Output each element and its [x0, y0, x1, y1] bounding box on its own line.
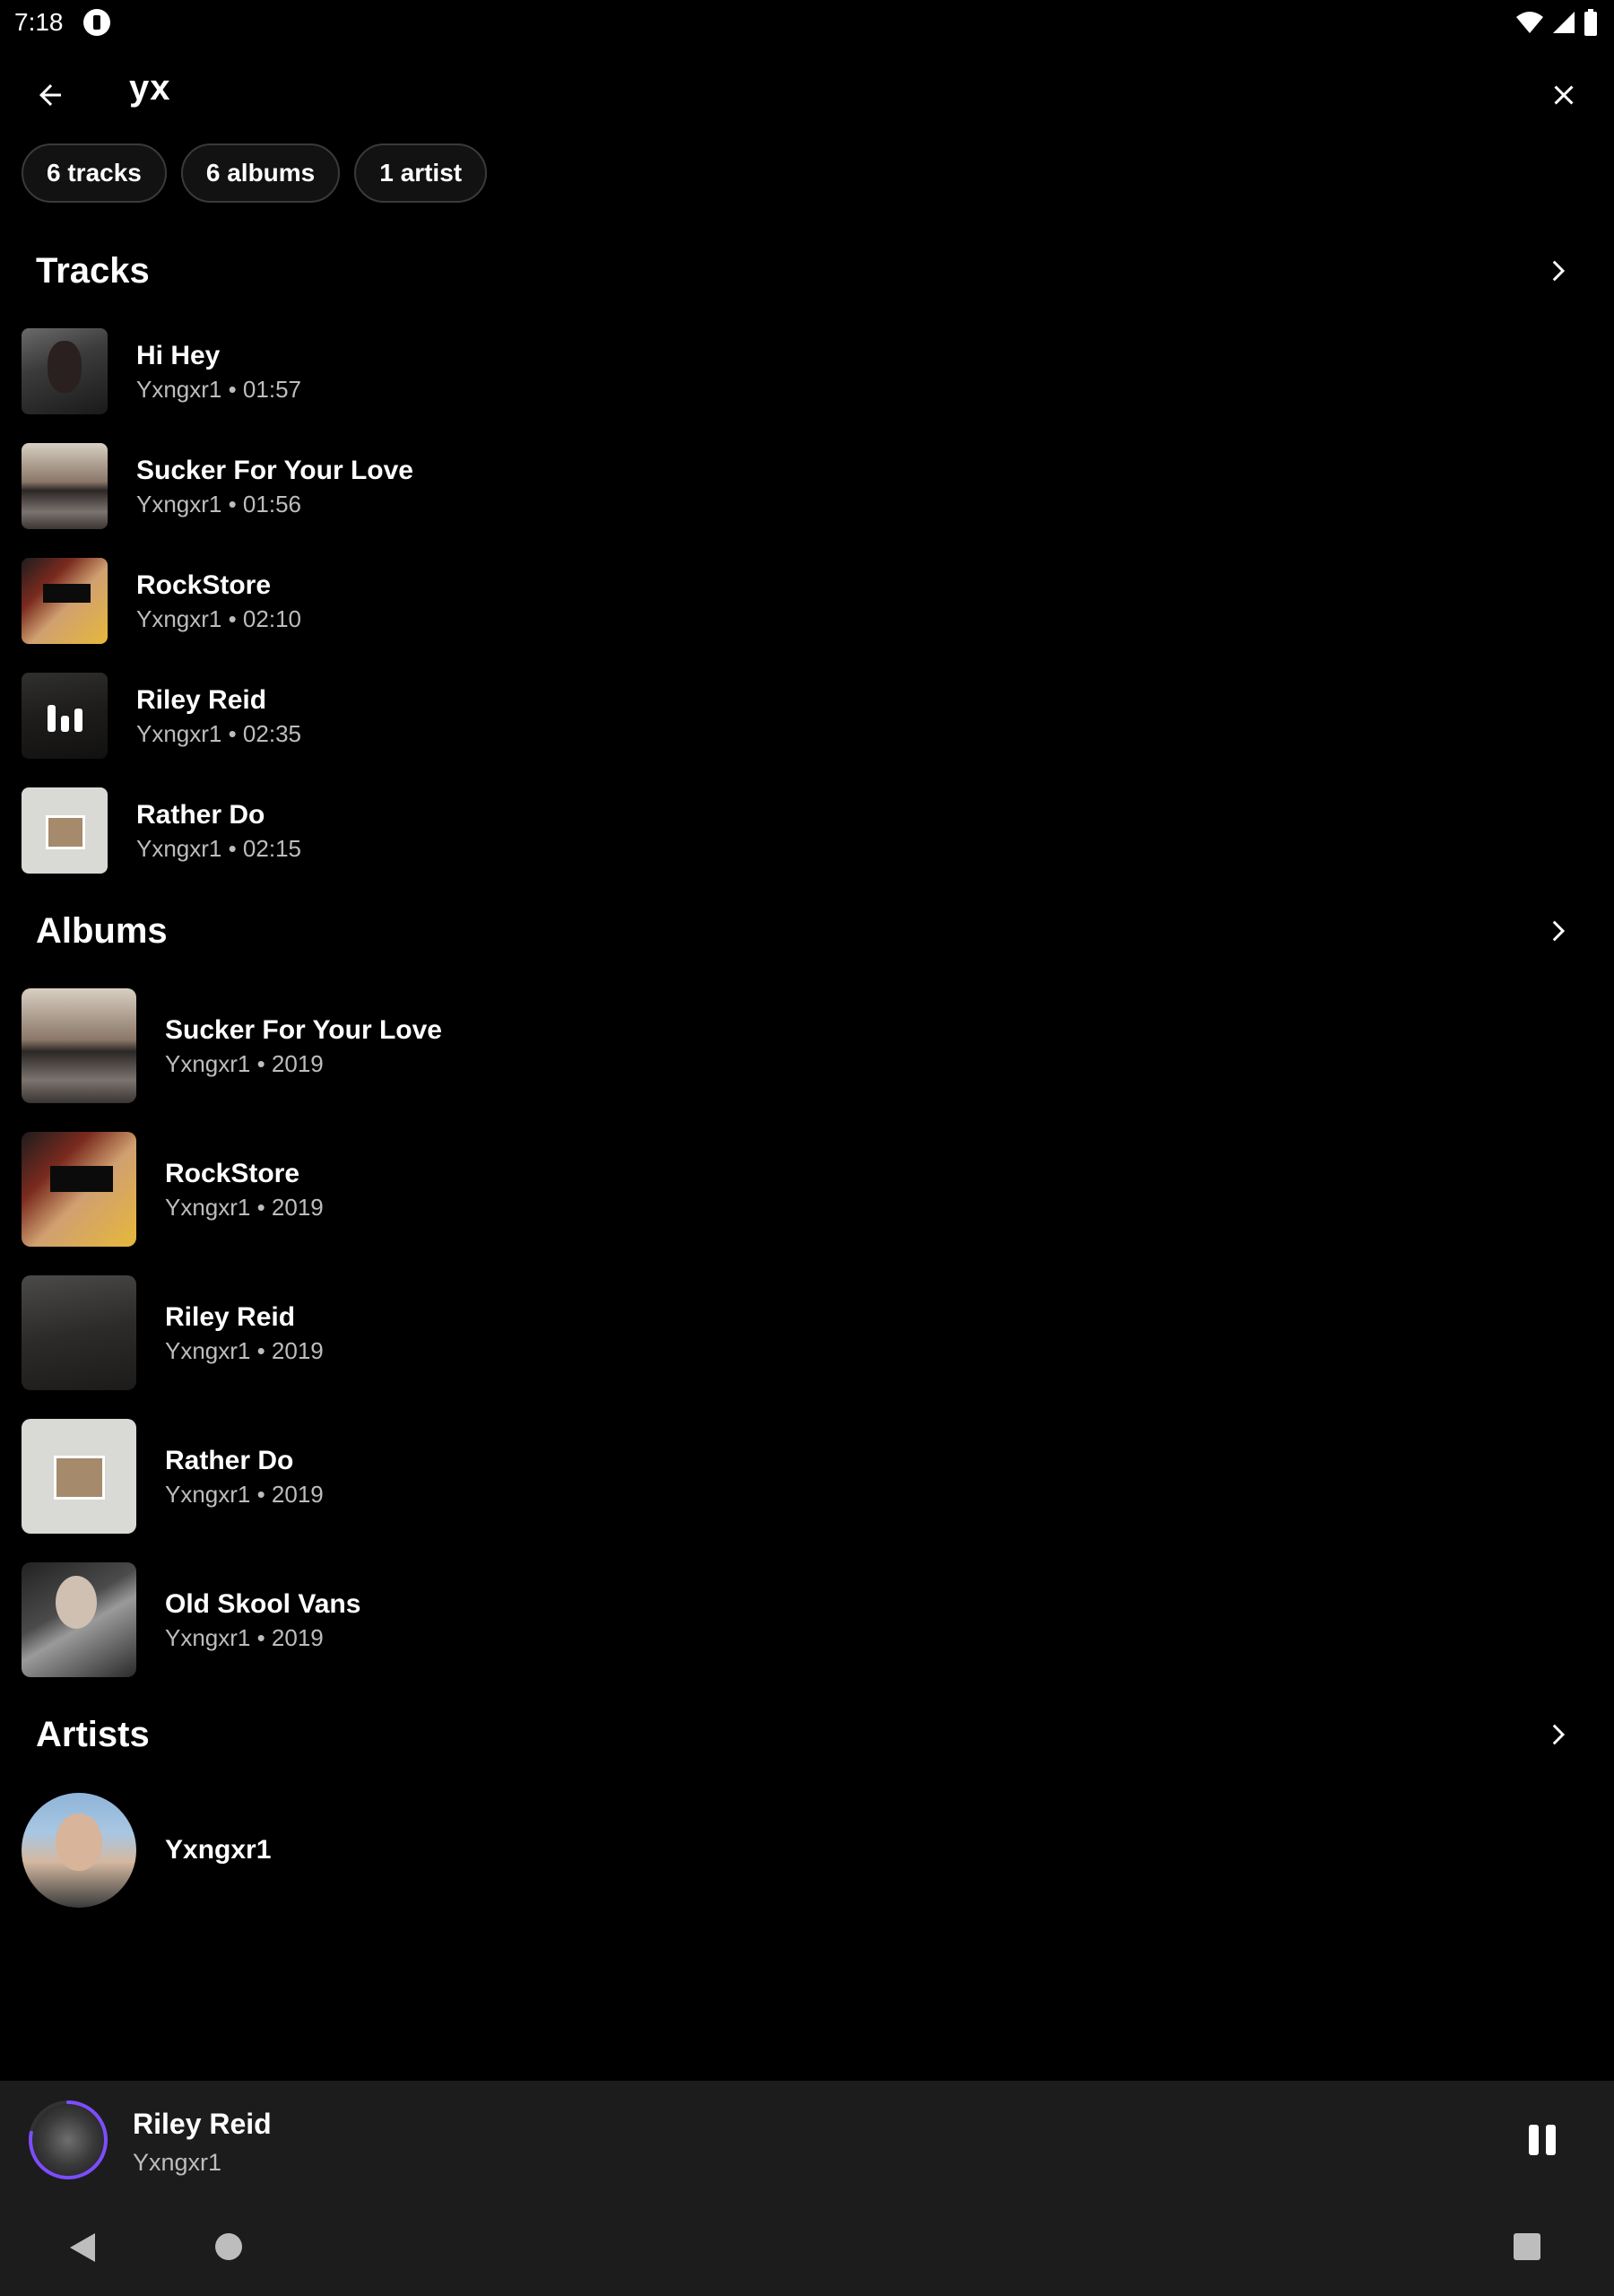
chevron-right-icon: [1552, 260, 1566, 282]
album-title: RockStore: [165, 1159, 300, 1188]
nav-recents-icon[interactable]: [1514, 2233, 1540, 2260]
album-artwork: [22, 988, 136, 1103]
album-title: Sucker For Your Love: [165, 1015, 442, 1045]
track-title: RockStore: [136, 570, 272, 600]
nav-home-icon[interactable]: [215, 2233, 242, 2260]
album-row[interactable]: RockStore Yxngxr1 • 2019: [22, 1126, 1592, 1252]
album-subtitle: Yxngxr1 • 2019: [165, 1337, 324, 1364]
album-subtitle: Yxngxr1 • 2019: [165, 1050, 324, 1077]
track-title: Riley Reid: [136, 685, 267, 715]
track-title: Sucker For Your Love: [136, 456, 413, 485]
filter-chips: 6 tracks 6 albums 1 artist: [22, 144, 488, 203]
artists-section-header[interactable]: Artists: [36, 1708, 1578, 1761]
nav-back-icon[interactable]: [70, 2233, 97, 2262]
album-artwork: [22, 1562, 136, 1677]
artist-name: Yxngxr1: [165, 1835, 272, 1865]
now-playing-bar[interactable]: Riley Reid Yxngxr1: [0, 2081, 1614, 2197]
arrow-left-icon: [39, 84, 61, 106]
album-subtitle: Yxngxr1 • 2019: [165, 1194, 324, 1221]
album-subtitle: Yxngxr1 • 2019: [165, 1624, 324, 1651]
album-row[interactable]: Old Skool Vans Yxngxr1 • 2019: [22, 1557, 1592, 1683]
system-navigation-bar: [0, 2197, 1614, 2296]
chip-albums[interactable]: 6 albums: [180, 144, 341, 203]
track-artwork: [22, 673, 108, 759]
album-title: Rather Do: [165, 1446, 294, 1475]
album-title: Old Skool Vans: [165, 1589, 361, 1619]
track-row[interactable]: RockStore Yxngxr1 • 02:10: [22, 552, 1592, 650]
album-row[interactable]: Riley Reid Yxngxr1 • 2019: [22, 1270, 1592, 1396]
pause-button[interactable]: [1517, 2115, 1567, 2165]
track-row[interactable]: Hi Hey Yxngxr1 • 01:57: [22, 322, 1592, 421]
chevron-right-icon: [1552, 920, 1566, 942]
artist-row[interactable]: Yxngxr1: [22, 1787, 1592, 1913]
chip-artists[interactable]: 1 artist: [354, 144, 488, 203]
album-artwork: [22, 1132, 136, 1247]
track-artwork: [22, 558, 108, 644]
playback-progress-ring: [29, 2100, 108, 2179]
track-artwork: [22, 787, 108, 874]
now-playing-artist: Yxngxr1: [133, 2149, 222, 2176]
app-notification-icon: [82, 9, 110, 36]
status-time: 7:18: [14, 8, 64, 36]
album-subtitle: Yxngxr1 • 2019: [165, 1481, 324, 1508]
track-row-now-playing[interactable]: Riley Reid Yxngxr1 • 02:35: [22, 666, 1592, 765]
track-subtitle: Yxngxr1 • 01:56: [136, 491, 301, 517]
tracks-see-all-button[interactable]: [1535, 249, 1578, 292]
back-button[interactable]: [27, 72, 74, 118]
album-title: Riley Reid: [165, 1302, 296, 1332]
now-playing-title: Riley Reid: [133, 2108, 272, 2140]
track-subtitle: Yxngxr1 • 02:35: [136, 720, 301, 747]
artists-section-title: Artists: [36, 1714, 150, 1754]
chip-tracks[interactable]: 6 tracks: [22, 144, 167, 203]
track-artwork: [22, 328, 108, 414]
status-indicators: [1515, 9, 1598, 36]
track-artwork: [22, 443, 108, 529]
album-artwork: [22, 1419, 136, 1534]
signal-icon: [1553, 12, 1575, 33]
album-artwork: [22, 1275, 136, 1390]
albums-section-title: Albums: [36, 910, 168, 951]
clear-search-button[interactable]: [1540, 72, 1587, 118]
close-icon: [1554, 85, 1574, 105]
artists-see-all-button[interactable]: [1535, 1713, 1578, 1756]
tracks-section-header[interactable]: Tracks: [36, 244, 1578, 298]
track-subtitle: Yxngxr1 • 01:57: [136, 376, 301, 403]
track-subtitle: Yxngxr1 • 02:10: [136, 605, 301, 632]
albums-section-header[interactable]: Albums: [36, 904, 1578, 958]
search-input[interactable]: yx: [129, 68, 171, 109]
pause-icon: [1529, 2125, 1539, 2155]
albums-see-all-button[interactable]: [1535, 909, 1578, 952]
album-row[interactable]: Rather Do Yxngxr1 • 2019: [22, 1413, 1592, 1539]
track-title: Hi Hey: [136, 341, 221, 370]
status-bar: 7:18: [0, 0, 1614, 45]
track-row[interactable]: Rather Do Yxngxr1 • 02:15: [22, 781, 1592, 880]
album-row[interactable]: Sucker For Your Love Yxngxr1 • 2019: [22, 983, 1592, 1109]
tracks-section-title: Tracks: [36, 250, 150, 291]
track-subtitle: Yxngxr1 • 02:15: [136, 835, 301, 862]
search-header: yx: [0, 63, 1614, 126]
track-title: Rather Do: [136, 800, 265, 830]
equalizer-icon: [22, 673, 108, 759]
artist-avatar: [22, 1793, 136, 1908]
chevron-right-icon: [1552, 1724, 1566, 1745]
battery-icon: [1584, 9, 1597, 36]
wifi-icon: [1516, 12, 1543, 33]
now-playing-artwork: [27, 2099, 109, 2181]
track-row[interactable]: Sucker For Your Love Yxngxr1 • 01:56: [22, 437, 1592, 535]
